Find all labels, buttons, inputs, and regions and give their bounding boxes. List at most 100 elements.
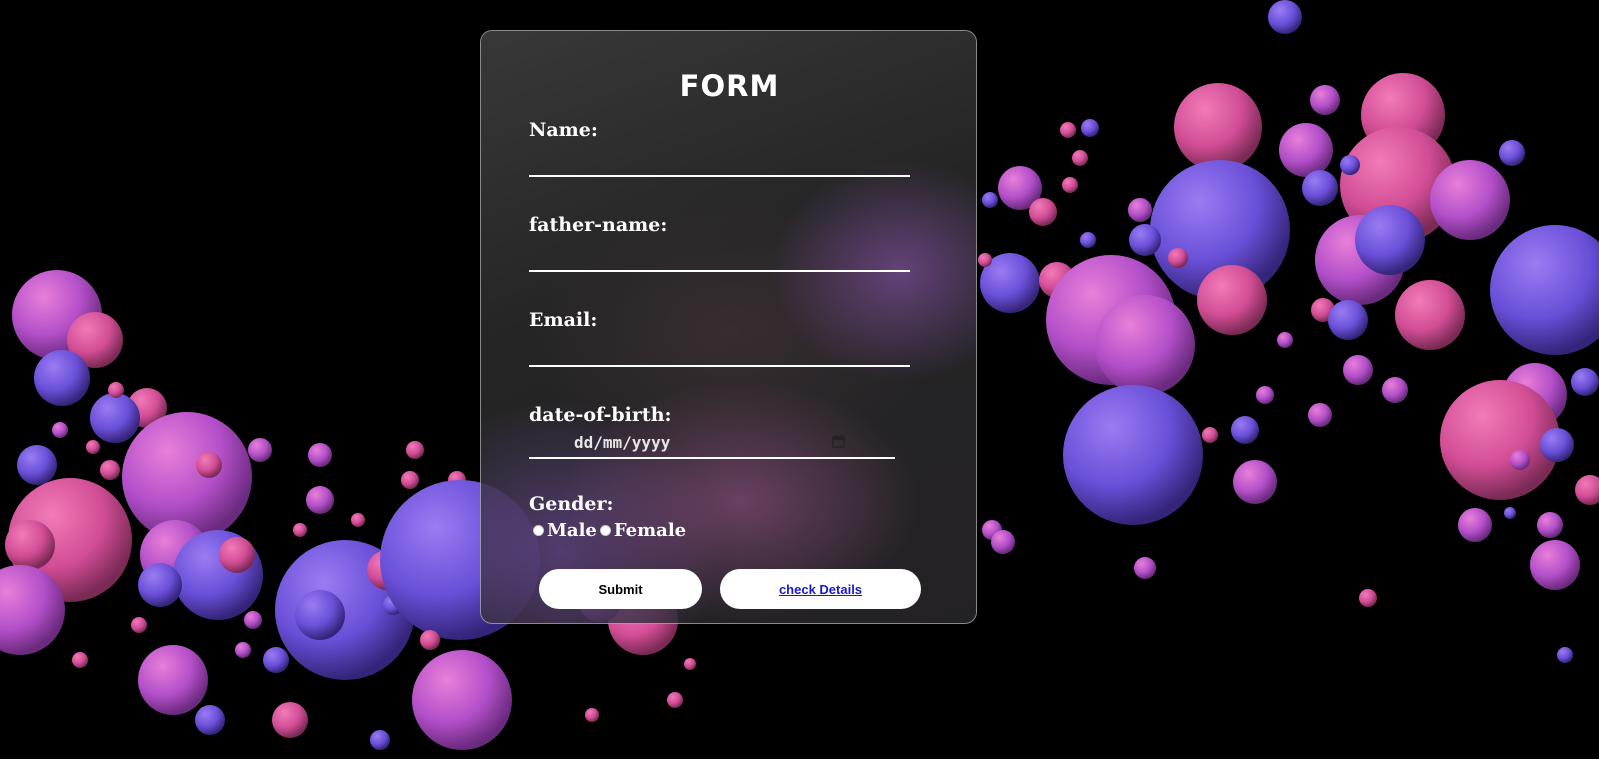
bubble [412,650,512,750]
bubble [406,441,424,459]
bubble [138,563,182,607]
bubble [1308,403,1332,427]
bubble [1095,295,1195,395]
bubble [1168,248,1188,268]
bubble [1571,368,1599,396]
bubble [1490,225,1599,355]
form-title: FORM [679,69,780,103]
bubble [1231,416,1259,444]
bubble [17,445,57,485]
bubble [585,708,599,722]
bubble [90,393,140,443]
bubble [1302,170,1338,206]
bubble [1340,155,1360,175]
gender-male-radio[interactable] [533,524,544,536]
bubble [401,471,419,489]
bubble [244,611,262,629]
bubble [1279,123,1333,177]
bubble [1499,140,1525,166]
form-card: FORM Name: father-name: Email: date-of-b… [480,30,977,624]
bubble [1277,332,1293,348]
bubble [982,192,998,208]
bubble [1128,198,1152,222]
bubble [1129,224,1161,256]
bubble [263,647,289,673]
bubble [978,253,992,267]
gender-options: Male Female [533,519,689,541]
check-details-link[interactable]: check Details [779,582,862,597]
bubble [1343,355,1373,385]
bubble [1134,557,1156,579]
bubble [1355,205,1425,275]
bubble [1382,377,1408,403]
bubble [351,513,365,527]
father-name-input[interactable] [529,244,910,272]
bubble [667,692,683,708]
check-details-button[interactable]: check Details [720,569,921,609]
bubble [1328,300,1368,340]
bubble [1233,460,1277,504]
bubble [295,590,345,640]
bubble [1256,386,1274,404]
father-name-label: father-name: [529,214,668,236]
bubble [1540,428,1574,462]
name-label: Name: [529,119,598,141]
gender-male-label: Male [547,519,597,541]
bubble [684,658,696,670]
bubble [306,486,334,514]
bubble [293,523,307,537]
bubble [1510,450,1530,470]
bubble [34,350,90,406]
dob-input[interactable]: dd/mm/yyyy [529,431,895,459]
bubble [1063,385,1203,525]
bubble [1504,507,1516,519]
bubble [1268,0,1302,34]
bubble [72,652,88,668]
bubble [1062,177,1078,193]
bubble [1080,232,1096,248]
bubble [235,642,251,658]
bubble [108,382,124,398]
bubble [195,705,225,735]
bubble [131,617,147,633]
bubble [370,730,390,750]
bubble [1197,265,1267,335]
bubble [248,438,272,462]
bubble [1359,589,1377,607]
bubble [420,630,440,650]
dob-label: date-of-birth: [529,404,672,426]
bubble [991,530,1015,554]
bubble [5,520,55,570]
bubble [1310,85,1340,115]
calendar-icon[interactable] [832,435,845,448]
bubble [1537,512,1563,538]
bubble [272,702,308,738]
bubble [1202,427,1218,443]
bubble [1575,475,1599,505]
dob-placeholder: dd/mm/yyyy [574,433,671,452]
bubble [1029,198,1057,226]
bubble [308,443,332,467]
gender-label: Gender: [529,493,614,515]
bubble [1530,540,1580,590]
bubble [196,452,222,478]
submit-button[interactable]: Submit [539,569,702,609]
bubble [52,422,68,438]
bubble [100,460,120,480]
bubble [1060,122,1076,138]
bubble [1458,508,1492,542]
bubble [1072,150,1088,166]
name-input[interactable] [529,149,910,177]
bubble [86,440,100,454]
bubble [1430,160,1510,240]
email-input[interactable] [529,339,910,367]
bubble [1395,280,1465,350]
bubble [138,645,208,715]
gender-female-radio[interactable] [599,524,611,536]
bubble [1174,83,1262,171]
bubble [219,537,255,573]
gender-female-label: Female [613,519,687,541]
email-label: Email: [529,309,598,331]
bubble [1557,647,1573,663]
bubble [1081,119,1099,137]
